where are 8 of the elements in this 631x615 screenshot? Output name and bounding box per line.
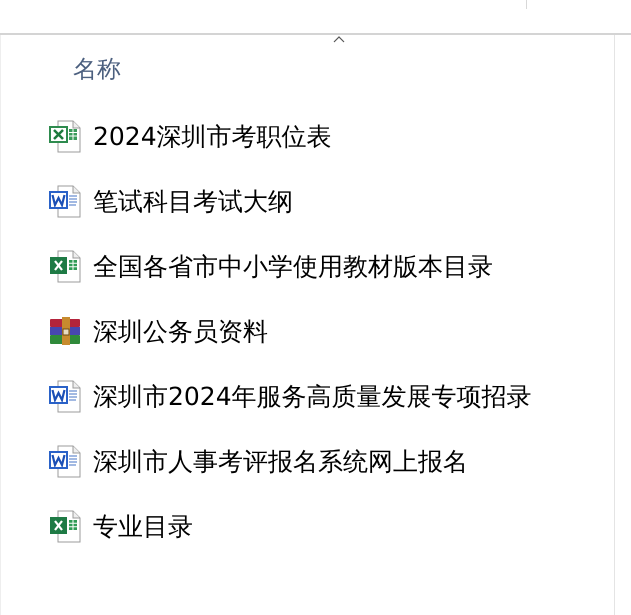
file-name[interactable]: 深圳公务员资料	[93, 312, 268, 350]
file-name[interactable]: 专业目录	[93, 508, 193, 546]
file-name[interactable]: 笔试科目考试大纲	[93, 182, 293, 220]
file-name[interactable]: 深圳市2024年服务高质量发展专项招录	[93, 378, 532, 416]
file-name[interactable]: 深圳市人事考评报名系统网上报名	[93, 442, 468, 480]
column-header[interactable]: 名称	[73, 51, 121, 99]
file-name[interactable]: 2024深圳市考职位表	[93, 118, 332, 156]
file-name[interactable]: 全国各省市中小学使用教材版本目录	[93, 248, 493, 286]
